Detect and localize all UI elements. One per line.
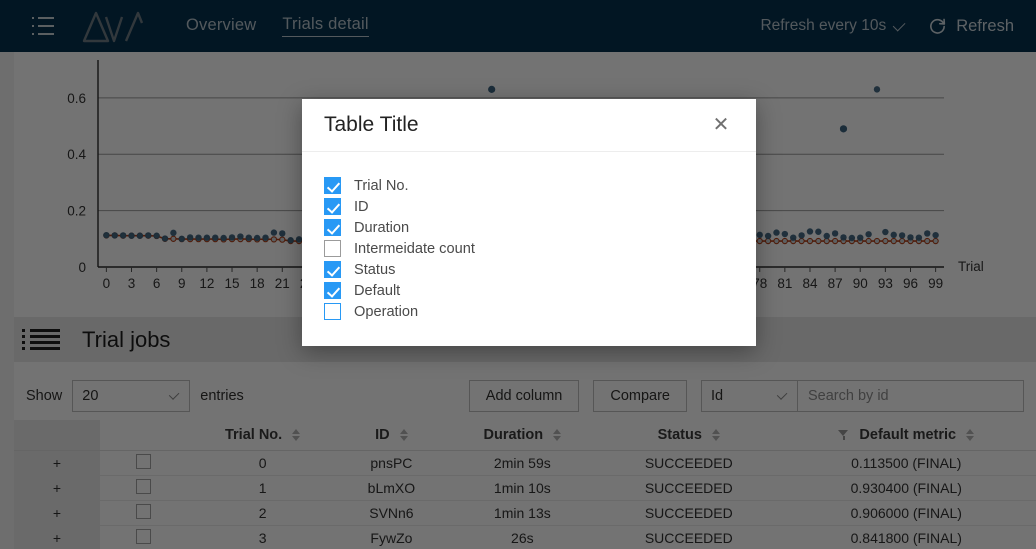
column-option-label[interactable]: Default bbox=[354, 283, 400, 299]
table-title-modal: Table Title ✕ Trial No. ID Duration Interme… bbox=[302, 99, 756, 346]
column-option-label[interactable]: Intermeidate count bbox=[354, 241, 475, 257]
column-option-label[interactable]: Operation bbox=[354, 304, 418, 320]
column-option-row[interactable]: Duration bbox=[324, 217, 734, 238]
app-root: Overview Trials detail Refresh every 10s… bbox=[0, 0, 1036, 549]
checkbox-duration[interactable] bbox=[324, 219, 341, 236]
column-option-row[interactable]: Trial No. bbox=[324, 175, 734, 196]
modal-header: Table Title ✕ bbox=[302, 99, 756, 152]
checkbox-id[interactable] bbox=[324, 198, 341, 215]
close-icon[interactable]: ✕ bbox=[708, 112, 734, 138]
checkbox-operation[interactable] bbox=[324, 303, 341, 320]
checkbox-intermeidate-count[interactable] bbox=[324, 240, 341, 257]
column-option-row[interactable]: Intermeidate count bbox=[324, 238, 734, 259]
column-option-row[interactable]: ID bbox=[324, 196, 734, 217]
column-option-label[interactable]: Trial No. bbox=[354, 178, 409, 194]
column-option-row[interactable]: Operation bbox=[324, 301, 734, 322]
modal-title: Table Title bbox=[324, 113, 419, 137]
column-option-label[interactable]: ID bbox=[354, 199, 369, 215]
checkbox-default[interactable] bbox=[324, 282, 341, 299]
column-option-label[interactable]: Duration bbox=[354, 220, 409, 236]
checkbox-status[interactable] bbox=[324, 261, 341, 278]
column-option-label[interactable]: Status bbox=[354, 262, 395, 278]
column-option-row[interactable]: Status bbox=[324, 259, 734, 280]
checkbox-trial-no[interactable] bbox=[324, 177, 341, 194]
modal-body: Trial No. ID Duration Intermeidate count Sta… bbox=[302, 152, 756, 322]
column-option-row[interactable]: Default bbox=[324, 280, 734, 301]
